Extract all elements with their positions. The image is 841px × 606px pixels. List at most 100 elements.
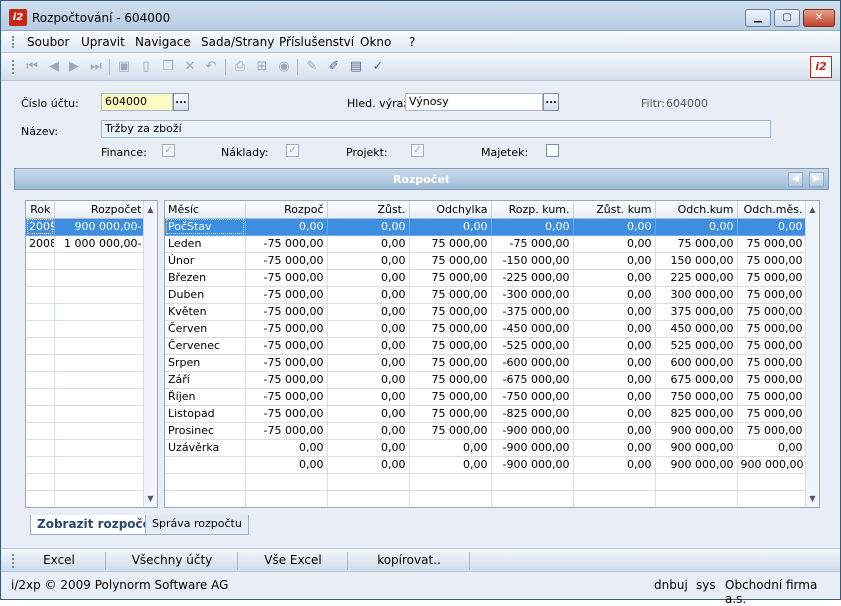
all-accounts-button[interactable]: Všechny účty (113, 553, 231, 567)
value-cell[interactable]: 0,00 (327, 218, 410, 236)
spreadsheet-icon[interactable]: ▤ (347, 58, 365, 76)
table-row[interactable]: Červenec -75 000,00 0,00 75 000,00 -525 000,… (165, 337, 807, 355)
toolbar-grip-handle[interactable] (12, 60, 14, 74)
budget-cell[interactable]: 900 000,00- (54, 218, 146, 236)
menu-upravit[interactable]: Upravit (81, 35, 125, 49)
value-cell[interactable]: 0,00 (655, 218, 738, 236)
value-cell[interactable]: 0,00 (327, 320, 410, 338)
value-cell[interactable]: -75 000,00 (245, 303, 328, 321)
menu-okno[interactable]: Okno (360, 35, 391, 49)
globe-icon[interactable]: ◉ (275, 58, 293, 76)
value-cell[interactable]: 0,00 (573, 439, 656, 457)
table-row[interactable]: Uzávěrka 0,00 0,00 0,00 -900 000,00 0,00 900 0… (165, 439, 807, 457)
value-cell[interactable]: -75 000,00 (245, 235, 328, 253)
year-cell[interactable]: 2008 (26, 235, 55, 253)
new-document-icon[interactable]: ▯ (137, 58, 155, 76)
value-cell[interactable]: -825 000,00 (491, 405, 574, 423)
month-name-cell[interactable]: Duben (165, 286, 246, 304)
value-cell[interactable]: 0,00 (245, 456, 328, 474)
month-column-header[interactable]: Rozp. kum. (491, 201, 574, 219)
table-row[interactable]: Prosinec -75 000,00 0,00 75 000,00 -900 000,… (165, 422, 807, 440)
menu-soubor[interactable]: Soubor (27, 35, 69, 49)
month-column-header[interactable]: Zůst. (327, 201, 410, 219)
value-cell[interactable]: 75 000,00 (409, 286, 492, 304)
value-cell[interactable]: 75 000,00 (409, 320, 492, 338)
month-name-cell[interactable]: Prosinec (165, 422, 246, 440)
table-row[interactable]: Srpen -75 000,00 0,00 75 000,00 -600 000,00 0… (165, 354, 807, 372)
value-cell[interactable]: 0,00 (573, 388, 656, 406)
highlight-icon[interactable]: ✐ (325, 58, 343, 76)
scroll-up-icon[interactable]: ▲ (144, 203, 157, 216)
value-cell[interactable]: 0,00 (409, 456, 492, 474)
value-cell[interactable]: 0,00 (327, 303, 410, 321)
value-cell[interactable]: -75 000,00 (245, 371, 328, 389)
value-cell[interactable]: 0,00 (737, 218, 807, 236)
value-cell[interactable]: 75 000,00 (409, 405, 492, 423)
table-row[interactable]: Květen -75 000,00 0,00 75 000,00 -375 000,00… (165, 303, 807, 321)
search-lookup-button[interactable]: ... (543, 93, 559, 111)
save-icon[interactable]: ▣ (115, 58, 133, 76)
value-cell[interactable]: -225 000,00 (491, 269, 574, 287)
value-cell[interactable]: -75 000,00 (245, 286, 328, 304)
month-name-cell[interactable]: Září (165, 371, 246, 389)
value-cell[interactable]: 75 000,00 (737, 252, 807, 270)
value-cell[interactable]: 75 000,00 (737, 422, 807, 440)
next-record-icon[interactable]: ▶ (65, 58, 83, 76)
value-cell[interactable]: 0,00 (409, 218, 492, 236)
section-next-icon[interactable]: ▶ (809, 172, 824, 187)
value-cell[interactable]: -75 000,00 (245, 252, 328, 270)
copy-icon[interactable]: ❐ (159, 58, 177, 76)
value-cell[interactable]: 75 000,00 (737, 235, 807, 253)
value-cell[interactable]: -75 000,00 (245, 337, 328, 355)
value-cell[interactable]: 300 000,00 (655, 286, 738, 304)
month-name-cell[interactable]: Květen (165, 303, 246, 321)
value-cell[interactable]: 0,00 (573, 252, 656, 270)
edit-pencil-icon[interactable]: ✎ (303, 58, 321, 76)
value-cell[interactable]: 825 000,00 (655, 405, 738, 423)
value-cell[interactable]: 75 000,00 (737, 269, 807, 287)
month-name-cell[interactable] (165, 456, 246, 474)
value-cell[interactable]: 900 000,00 (655, 439, 738, 457)
value-cell[interactable]: -75 000,00 (245, 388, 328, 406)
budget-cell[interactable]: 1 000 000,00- (54, 235, 146, 253)
scroll-down-icon[interactable]: ▼ (144, 492, 157, 505)
value-cell[interactable]: 0,00 (245, 439, 328, 457)
table-row[interactable]: 0,00 0,00 0,00 -900 000,00 0,00 900 000,00 900… (165, 456, 807, 474)
value-cell[interactable]: 0,00 (573, 405, 656, 423)
value-cell[interactable]: 0,00 (737, 439, 807, 457)
value-cell[interactable]: 0,00 (573, 354, 656, 372)
value-cell[interactable]: -75 000,00 (245, 405, 328, 423)
account-name-field[interactable]: Tržby za zboží (101, 120, 771, 138)
value-cell[interactable]: 0,00 (573, 320, 656, 338)
value-cell[interactable]: 0,00 (327, 456, 410, 474)
month-column-header[interactable]: Odchylka (409, 201, 492, 219)
value-cell[interactable]: -300 000,00 (491, 286, 574, 304)
value-cell[interactable]: -900 000,00 (491, 456, 574, 474)
value-cell[interactable]: -750 000,00 (491, 388, 574, 406)
value-cell[interactable]: 525 000,00 (655, 337, 738, 355)
value-cell[interactable]: 75 000,00 (655, 235, 738, 253)
menu-help[interactable]: ? (409, 35, 415, 49)
value-cell[interactable]: 75 000,00 (409, 388, 492, 406)
month-column-header[interactable]: Měsíc (165, 201, 246, 219)
value-cell[interactable]: -525 000,00 (491, 337, 574, 355)
close-button[interactable]: ✕ (803, 9, 835, 27)
section-prev-icon[interactable]: ◀ (788, 172, 803, 187)
table-row[interactable]: 20081 000 000,00- (26, 235, 146, 253)
value-cell[interactable]: 150 000,00 (655, 252, 738, 270)
maximize-button[interactable]: ▢ (774, 9, 800, 27)
costs-checkbox[interactable]: ✓ (286, 144, 299, 157)
value-cell[interactable]: 450 000,00 (655, 320, 738, 338)
value-cell[interactable]: 0,00 (327, 252, 410, 270)
value-cell[interactable]: 0,00 (327, 422, 410, 440)
value-cell[interactable]: 75 000,00 (737, 286, 807, 304)
value-cell[interactable]: -150 000,00 (491, 252, 574, 270)
print-icon[interactable]: ⎙ (231, 58, 249, 76)
value-cell[interactable]: 750 000,00 (655, 388, 738, 406)
value-cell[interactable]: 0,00 (327, 354, 410, 372)
finance-checkbox[interactable]: ✓ (162, 144, 175, 157)
project-checkbox[interactable]: ✓ (411, 144, 424, 157)
value-cell[interactable]: 0,00 (573, 286, 656, 304)
first-record-icon[interactable]: ⏮ (23, 58, 41, 76)
value-cell[interactable]: 0,00 (327, 337, 410, 355)
